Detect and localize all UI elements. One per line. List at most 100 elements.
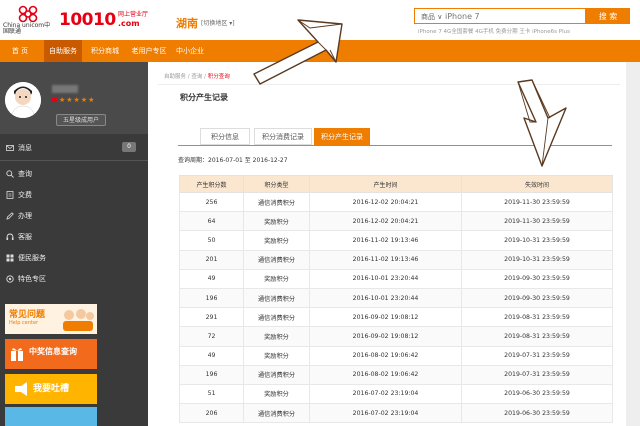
main-nav: 首 页 自助服务 积分商城 老用户专区 中小企业 <box>0 40 640 62</box>
cell-created: 2016-07-02 23:19:04 <box>309 383 462 405</box>
points-records-table: 产生积分数 积分类型 产生时间 失效时间 256 通信消费积分 2016-12-02… <box>179 175 613 424</box>
cell-created: 2016-08-02 19:06:42 <box>309 345 462 366</box>
table-row: 196 通信消费积分 2016-10-01 23:20:44 2019-09-30 2… <box>179 287 613 309</box>
search-box: 商品 ∨ <box>414 8 586 24</box>
cell-created: 2016-10-01 23:20:44 <box>309 287 462 309</box>
cell-created: 2016-11-02 19:13:46 <box>309 249 462 270</box>
table-row: 196 通信消费积分 2016-08-02 19:06:42 2019-07-31 2… <box>179 364 613 385</box>
faq-banner-title: 常见问题 <box>9 310 46 320</box>
search-icon <box>6 170 14 178</box>
cell-points: 201 <box>179 249 244 270</box>
winner-banner-label: 中奖信息查询 <box>29 347 77 356</box>
sidebar-item-query[interactable]: 查询 <box>0 164 148 184</box>
nav-home[interactable]: 首 页 <box>0 40 40 62</box>
brand-subtitle: 网上营业厅 <box>118 11 149 18</box>
brand-10010[interactable]: 10010 <box>59 10 116 30</box>
cell-expires: 2019-10-31 23:59:59 <box>461 230 613 251</box>
cell-created: 2016-07-02 23:19:04 <box>309 403 462 424</box>
message-icon <box>6 145 14 151</box>
sidebar-item-label: 交费 <box>18 191 32 199</box>
china-unicom-logo[interactable]: China unicom中国联通 <box>3 5 55 35</box>
user-level-badge: 五星级成用户 <box>56 114 107 126</box>
unicom-knot-icon <box>18 5 38 23</box>
sidebar-item-messages[interactable]: 消息 0 <box>0 138 148 158</box>
sidebar-item-payment[interactable]: 交费 <box>0 185 148 205</box>
cell-type: 通信消费积分 <box>243 191 310 213</box>
faq-banner[interactable]: 常见问题 Help center <box>5 304 97 334</box>
sidebar-item-featured[interactable]: 特色专区 <box>0 269 148 289</box>
tab-points-consumption[interactable]: 积分消费记录 <box>254 128 312 145</box>
sidebar-divider <box>0 160 148 161</box>
sidebar-item-customer-service[interactable]: 客服 <box>0 227 148 247</box>
cell-expires: 2019-06-30 23:59:59 <box>461 383 613 405</box>
cell-expires: 2019-07-31 23:59:59 <box>461 345 613 366</box>
cell-points: 196 <box>179 364 244 385</box>
brand-com: .com <box>118 19 140 28</box>
table-header-row: 产生积分数 积分类型 产生时间 失效时间 <box>179 175 613 193</box>
table-row: 256 通信消费积分 2016-12-02 20:04:21 2019-11-30 2… <box>179 191 613 213</box>
cell-type: 奖励积分 <box>243 326 310 347</box>
cell-points: 49 <box>179 268 244 289</box>
search-button[interactable]: 搜 索 <box>586 8 630 24</box>
winner-query-banner[interactable]: 中奖信息查询 <box>5 339 97 369</box>
cell-created: 2016-08-02 19:06:42 <box>309 364 462 385</box>
main-content: 自助服务 / 查询 / 积分查询 积分产生记录 积分信息 积分消费记录 积分产生… <box>148 62 626 426</box>
breadcrumb-query[interactable]: 查询 <box>191 74 202 80</box>
breadcrumb-current: 积分查询 <box>207 74 230 80</box>
cell-expires: 2019-08-31 23:59:59 <box>461 307 613 328</box>
extra-banner[interactable] <box>5 407 97 426</box>
faq-people-icon <box>63 309 94 331</box>
page-scrollbar[interactable] <box>626 62 640 426</box>
table-row: 206 通信消费积分 2016-07-02 23:19:04 2019-06-30 2… <box>179 403 613 424</box>
column-header-created: 产生时间 <box>309 175 462 193</box>
payment-icon <box>6 191 14 199</box>
cell-type: 通信消费积分 <box>243 403 310 424</box>
site-header: China unicom中国联通 10010 网上营业厅 .com 湖南 [切换… <box>0 0 640 40</box>
avatar[interactable] <box>5 82 41 118</box>
table-row: 201 通信消费积分 2016-11-02 19:13:46 2019-10-31 2… <box>179 249 613 270</box>
cell-type: 奖励积分 <box>243 211 310 232</box>
cell-points: 50 <box>179 230 244 251</box>
breadcrumb-home[interactable]: 自助服务 <box>164 74 186 80</box>
tab-points-generation[interactable]: 积分产生记录 <box>314 128 370 145</box>
pencil-icon <box>6 212 14 220</box>
search-category-dropdown[interactable]: 商品 ∨ <box>421 12 442 22</box>
cell-type: 通信消费积分 <box>243 307 310 328</box>
search-input[interactable] <box>445 9 585 23</box>
cell-points: 51 <box>179 383 244 405</box>
cell-expires: 2019-07-31 23:59:59 <box>461 364 613 385</box>
tab-points-info[interactable]: 积分信息 <box>200 128 250 145</box>
complaint-banner[interactable]: 我要吐槽 <box>5 374 97 404</box>
sidebar-item-label: 查询 <box>18 170 32 178</box>
region-name: 湖南 <box>176 17 198 30</box>
column-header-points: 产生积分数 <box>179 175 244 193</box>
sidebar-item-label: 便民服务 <box>18 254 46 262</box>
cell-created: 2016-09-02 19:08:12 <box>309 326 462 347</box>
cell-expires: 2019-09-30 23:59:59 <box>461 268 613 289</box>
cell-points: 206 <box>179 403 244 424</box>
breadcrumb-divider <box>158 84 620 85</box>
sidebar-item-handle[interactable]: 办理 <box>0 206 148 226</box>
cell-points: 49 <box>179 345 244 366</box>
cell-points: 196 <box>179 287 244 309</box>
query-period: 查询周期：2016-07-01 至 2016-12-27 <box>178 157 288 164</box>
headset-icon <box>6 233 14 240</box>
user-profile: ★★★★★ 五星级成用户 <box>0 62 148 134</box>
nav-points-mall[interactable]: 积分商城 <box>86 40 124 62</box>
nav-self-service[interactable]: 自助服务 <box>44 40 82 62</box>
hot-search-words[interactable]: iPhone 7 4G全国套餐 4G手机 免费分期 王卡 iPhone6s Pl… <box>418 27 570 35</box>
breadcrumb: 自助服务 / 查询 / 积分查询 <box>164 72 230 80</box>
nav-sme[interactable]: 中小企业 <box>172 40 208 62</box>
star-rating: ★★★★★ <box>59 96 96 104</box>
cell-points: 256 <box>179 191 244 213</box>
sidebar-item-convenience[interactable]: 便民服务 <box>0 248 148 268</box>
nav-old-users[interactable]: 老用户专区 <box>126 40 172 62</box>
cell-type: 通信消费积分 <box>243 287 310 309</box>
cell-type: 通信消费积分 <box>243 249 310 270</box>
cell-expires: 2019-11-30 23:59:59 <box>461 211 613 232</box>
table-row: 49 奖励积分 2016-08-02 19:06:42 2019-07-31 23:5… <box>179 345 613 366</box>
sidebar-item-label: 消息 <box>18 144 32 152</box>
table-row: 49 奖励积分 2016-10-01 23:20:44 2019-09-30 23:5… <box>179 268 613 289</box>
region-switch-link[interactable]: [切换地区 ▾] <box>201 18 235 27</box>
cell-type: 奖励积分 <box>243 383 310 405</box>
